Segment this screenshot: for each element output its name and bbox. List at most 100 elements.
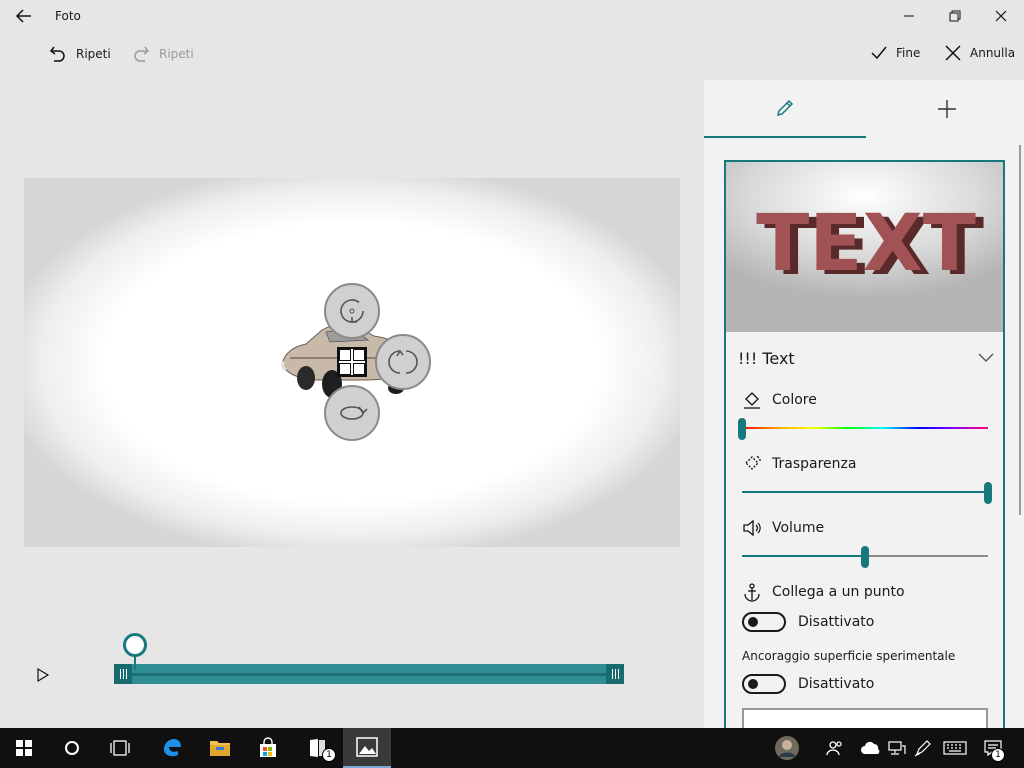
volume-property-label: Volume: [742, 518, 824, 538]
trim-end-handle[interactable]: [606, 664, 624, 684]
timeline-track-inner: [132, 673, 606, 676]
rotate-icon: [340, 299, 364, 323]
anchor-toggle[interactable]: [742, 612, 786, 632]
photos-app-button[interactable]: [343, 728, 391, 768]
timeline-track[interactable]: [114, 664, 624, 684]
speaker-icon: [743, 519, 761, 537]
pencil-icon: [776, 99, 794, 117]
volume-slider-thumb[interactable]: [861, 546, 869, 568]
pen-workspace-button[interactable]: [910, 728, 936, 768]
cortana-circle-icon: [65, 741, 79, 755]
undo-icon: [49, 46, 65, 62]
done-label: Fine: [896, 46, 921, 60]
play-icon: [37, 667, 50, 683]
playhead-handle[interactable]: [123, 633, 147, 657]
rotate-icon: [340, 406, 368, 420]
edge-browser-button[interactable]: [148, 728, 196, 768]
color-slider[interactable]: [738, 418, 988, 440]
file-explorer-button[interactable]: [196, 728, 244, 768]
task-view-button[interactable]: [96, 728, 144, 768]
store-bag-icon: [260, 737, 276, 757]
playhead-stem: [134, 656, 136, 670]
restore-button[interactable]: [932, 0, 978, 32]
transparency-property-label: Trasparenza: [742, 454, 856, 474]
anchor-icon: [744, 583, 760, 602]
cancel-x-icon: [945, 45, 961, 61]
move-handle-cell: [339, 349, 351, 361]
anchor-toggle-state: Disattivato: [798, 614, 875, 630]
move-handle-cell: [339, 363, 351, 375]
transparency-label: Trasparenza: [772, 456, 857, 472]
tab-add[interactable]: [866, 80, 1024, 138]
touch-keyboard-button[interactable]: [940, 728, 970, 768]
effect-name: !!! Text: [738, 348, 795, 368]
preview-text: TEXT: [756, 199, 976, 289]
rotate-icon: [388, 349, 418, 374]
tab-edit[interactable]: [704, 80, 866, 138]
title-bar: Foto: [0, 0, 1024, 32]
people-icon: [826, 741, 842, 756]
task-view-icon: [110, 740, 130, 756]
trim-start-handle[interactable]: [114, 664, 132, 684]
effect-selector[interactable]: !!! Text: [738, 348, 994, 368]
rotate-z-handle[interactable]: [324, 385, 380, 441]
network-icon: [888, 741, 906, 755]
taskbar: 1 1: [0, 728, 1024, 768]
redo-icon: [134, 46, 150, 62]
color-slider-thumb[interactable]: [738, 418, 746, 440]
transparency-slider[interactable]: [742, 482, 992, 504]
move-handle-cell: [353, 349, 365, 361]
move-handle[interactable]: [337, 347, 367, 377]
cloud-icon: [861, 741, 880, 754]
surface-toggle-state: Disattivato: [798, 676, 875, 692]
action-center-button[interactable]: 1: [978, 728, 1008, 768]
rotate-y-handle[interactable]: [375, 334, 431, 390]
play-button[interactable]: [36, 667, 50, 686]
notifications-badge: 1: [991, 748, 1005, 762]
video-preview-canvas[interactable]: [24, 178, 680, 547]
panel-tabs: [704, 80, 1024, 138]
slider-fill: [742, 555, 865, 557]
color-property-label: Colore: [742, 390, 817, 410]
avatar: [775, 736, 799, 760]
cortana-button[interactable]: [48, 728, 96, 768]
undo-button[interactable]: Ripeti: [48, 44, 111, 64]
effects-panel: TEXT TEXT !!! Text Colore Trasparenza Vo…: [704, 80, 1024, 740]
network-button[interactable]: [884, 728, 910, 768]
done-button[interactable]: Fine: [870, 44, 920, 62]
surface-toggle-row: Disattivato: [742, 674, 874, 694]
onedrive-button[interactable]: [858, 728, 884, 768]
volume-slider[interactable]: [742, 546, 988, 568]
effect-card: TEXT TEXT !!! Text Colore Trasparenza Vo…: [724, 160, 1005, 740]
pen-icon: [914, 740, 931, 757]
minimize-button[interactable]: [886, 0, 932, 32]
app-title: Foto: [55, 9, 81, 23]
keyboard-icon: [943, 741, 967, 755]
checkmark-icon: [871, 46, 887, 60]
photos-icon: [356, 737, 378, 757]
volume-label: Volume: [772, 520, 825, 536]
transparency-slider-thumb[interactable]: [984, 482, 992, 504]
plus-icon: [938, 100, 956, 118]
start-button[interactable]: [0, 728, 48, 768]
back-arrow-icon[interactable]: [14, 6, 34, 26]
color-gradient-track: [742, 427, 988, 429]
rotate-x-handle[interactable]: [324, 283, 380, 339]
surface-anchor-toggle[interactable]: [742, 674, 786, 694]
redo-button[interactable]: Ripeti: [131, 44, 194, 64]
close-button[interactable]: [978, 0, 1024, 32]
command-bar: Ripeti Ripeti Fine Annulla: [0, 32, 1024, 78]
user-avatar-button[interactable]: [770, 728, 804, 768]
move-handle-cell: [353, 363, 365, 375]
undo-label: Ripeti: [76, 47, 111, 61]
effect-preview-thumbnail[interactable]: TEXT TEXT: [726, 162, 1003, 332]
surface-anchor-label: Ancoraggio superficie sperimentale: [742, 649, 956, 663]
chevron-down-icon: [978, 353, 994, 362]
explorer-badge: 1: [322, 748, 336, 762]
slider-fill: [742, 491, 988, 493]
store-button[interactable]: [244, 728, 292, 768]
people-button[interactable]: [822, 728, 848, 768]
explorer-window-button[interactable]: 1: [294, 728, 342, 768]
cancel-button[interactable]: Annulla: [944, 44, 1015, 62]
panel-scrollbar[interactable]: [1019, 145, 1021, 515]
